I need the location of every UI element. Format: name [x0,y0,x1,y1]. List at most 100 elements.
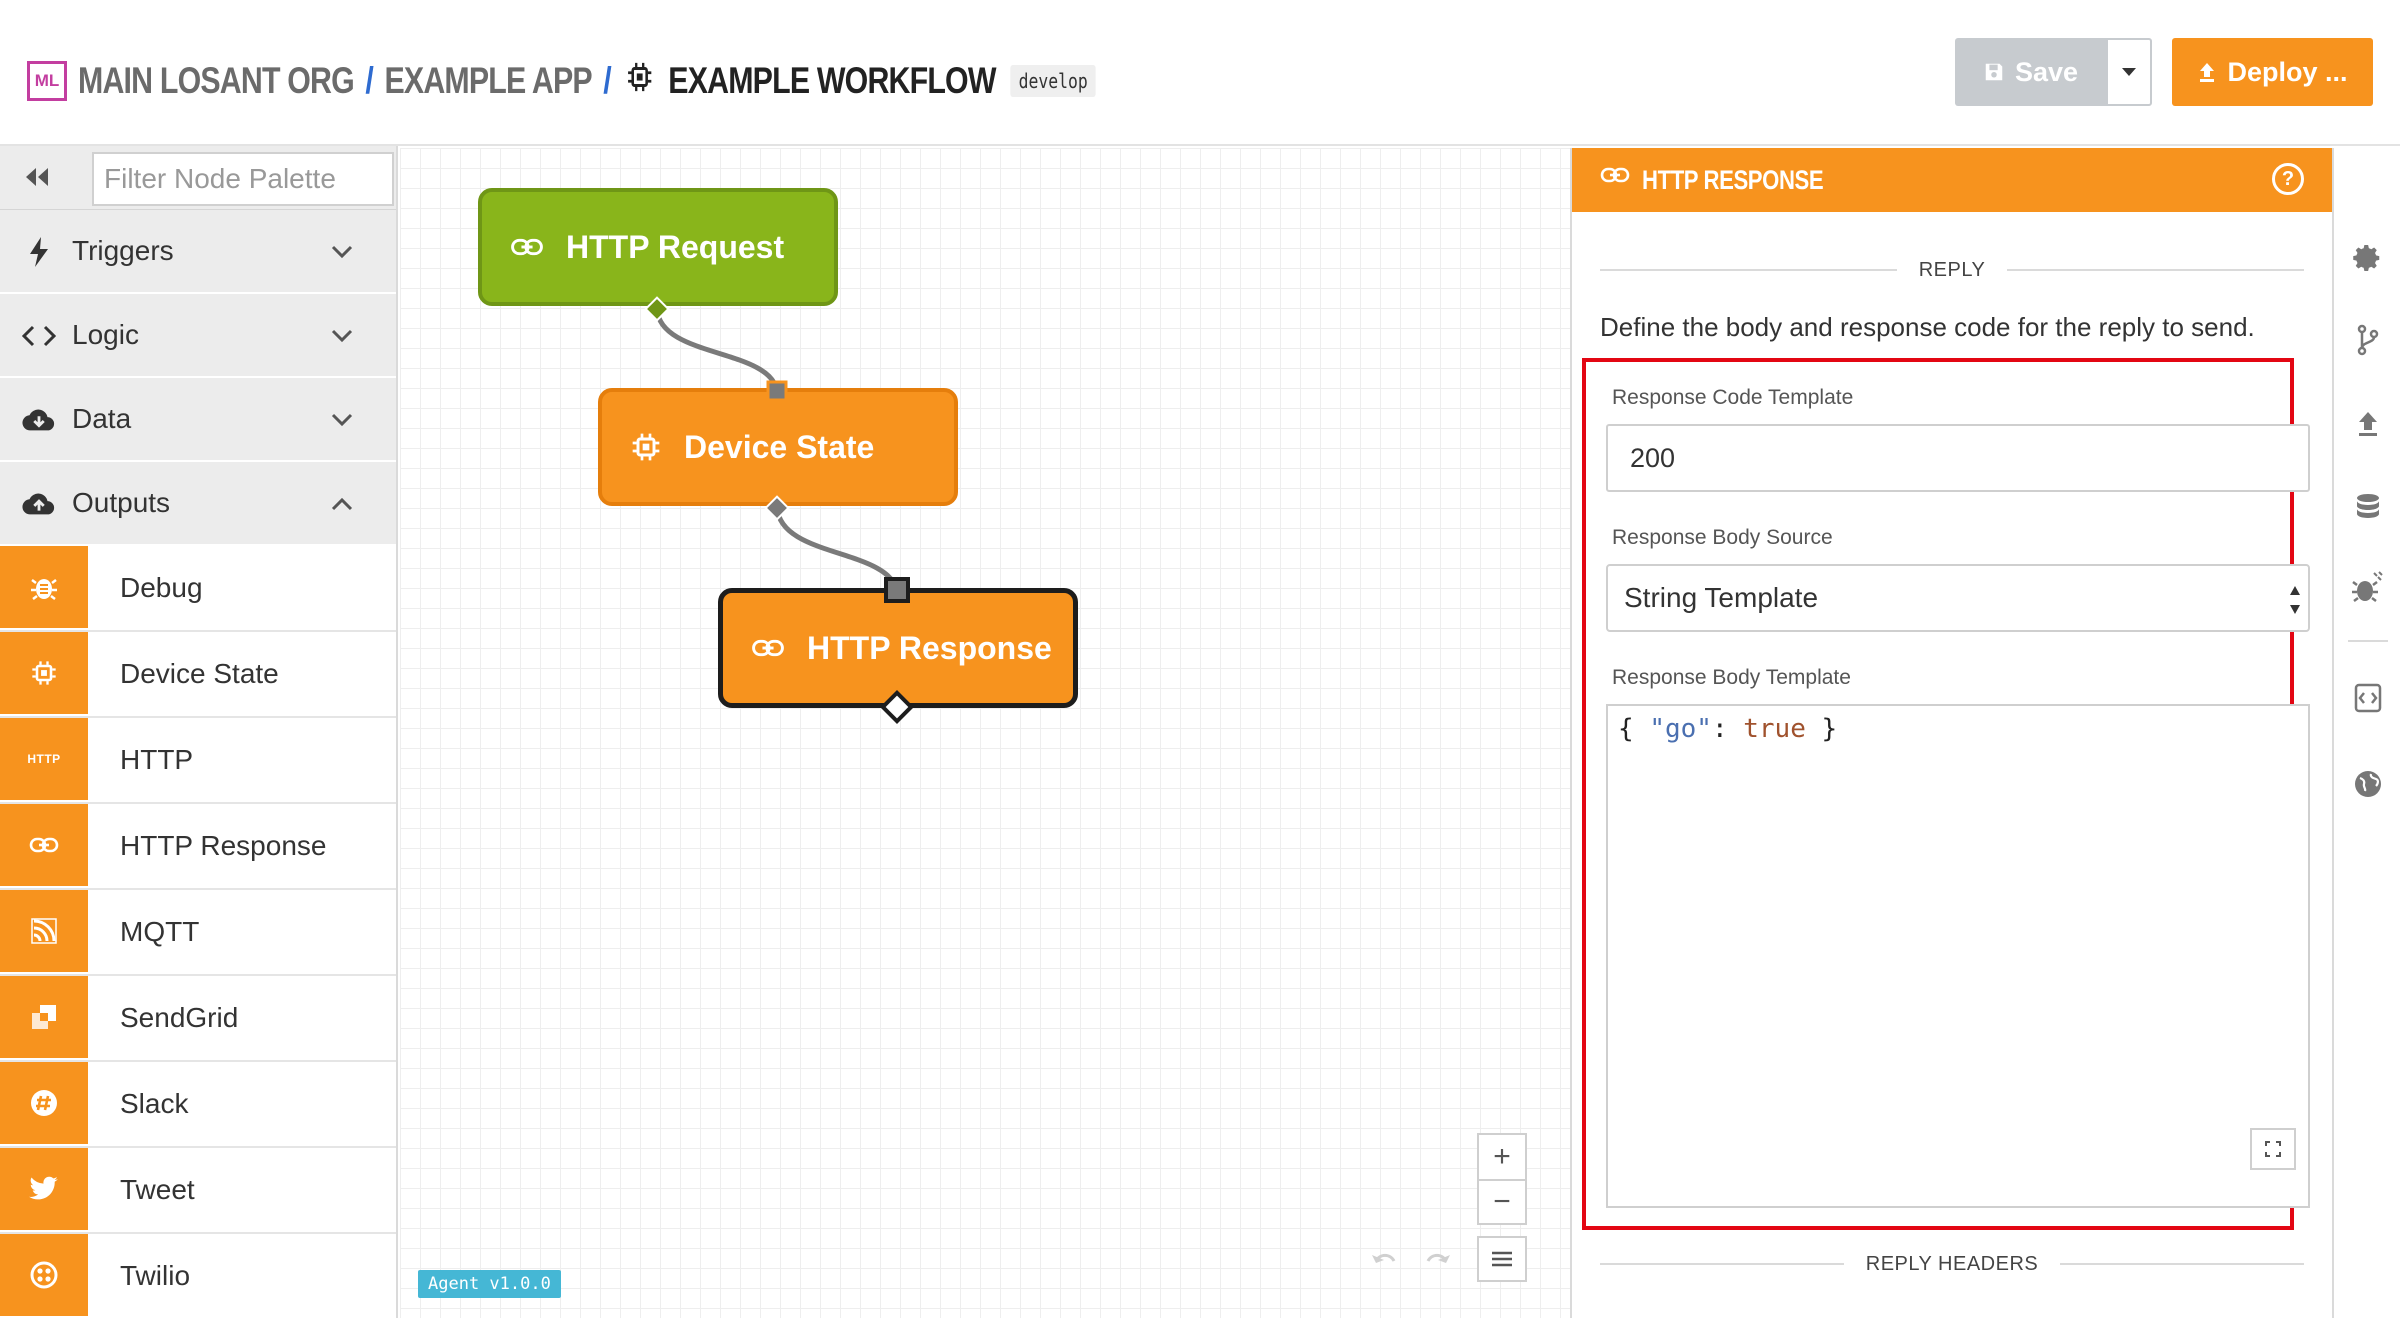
upload-icon [2200,63,2215,82]
debug-bug-icon[interactable] [2352,571,2384,604]
chip-icon [0,632,88,716]
expand-editor-button[interactable] [2250,1128,2296,1170]
response-code-input[interactable] [1606,424,2310,492]
link-icon [0,804,88,888]
chevron-down-icon [331,329,353,343]
node-properties-panel: HTTP RESPONSE ? REPLY Define the body an… [1570,148,2332,1318]
http-icon: HTTP [0,718,88,802]
breadcrumb-org[interactable]: MAIN LOSANT ORG [78,60,355,102]
fullscreen-icon [2265,1141,2281,1157]
response-body-source-select[interactable]: String Template [1606,564,2310,632]
palette-node-sendgrid[interactable]: SendGrid [0,976,396,1062]
output-port[interactable] [643,295,671,323]
globe-icon[interactable] [2352,768,2384,800]
link-icon [752,639,784,657]
response-code-label: Response Code Template [1612,386,1854,409]
response-body-template-label: Response Body Template [1612,666,1851,689]
branch-badge[interactable]: develop [1010,65,1096,97]
palette-node-http-response[interactable]: HTTP Response [0,804,396,890]
branch-icon[interactable] [2352,324,2384,356]
hamburger-icon [1492,1251,1512,1267]
category-data[interactable]: Data [0,378,396,462]
twitter-icon [0,1148,88,1232]
highlighted-reply-fields: Response Code Template Response Body Sou… [1582,358,2310,1230]
bolt-icon [22,237,56,267]
node-label: HTTP Request [566,228,785,265]
palette-node-label: HTTP Response [88,804,396,888]
section-divider-reply: REPLY [1600,255,2305,285]
breadcrumb-separator: / [365,60,374,101]
chevron-up-icon [331,497,353,511]
palette-node-debug[interactable]: Debug [0,546,396,632]
history-controls [1370,1238,1460,1278]
palette-node-label: Twilio [88,1234,396,1318]
link-icon [1600,167,1630,183]
palette-node-device-state[interactable]: Device State [0,632,396,718]
palette-node-mqtt[interactable]: MQTT [0,890,396,976]
response-body-source-label: Response Body Source [1612,526,1833,549]
section-title: REPLY [1918,258,1986,281]
section-divider-reply-headers: REPLY HEADERS [1600,1249,2304,1279]
palette-node-twilio[interactable]: Twilio [0,1234,396,1318]
zoom-in-button[interactable]: + [1479,1135,1525,1179]
cloud-upload-icon [22,490,56,518]
workflow-canvas[interactable]: HTTP Request Device State HTTP Response … [400,148,1570,1318]
rail-divider [2348,640,2388,642]
deploy-label: Deploy ... [2227,56,2348,87]
breadcrumb-app[interactable]: EXAMPLE APP [384,60,592,102]
workflow-node-device-state[interactable]: Device State [598,388,958,506]
node-connections [654,308,900,592]
twilio-icon [0,1234,88,1318]
category-outputs[interactable]: Outputs [0,462,396,546]
section-title: REPLY HEADERS [1865,1252,2039,1275]
deploy-button[interactable]: Deploy ... [2172,38,2373,106]
workflow-node-http-request[interactable]: HTTP Request [478,188,838,306]
database-icon[interactable] [2352,492,2384,524]
palette-node-slack[interactable]: Slack [0,1062,396,1148]
upload-icon[interactable] [2352,408,2384,440]
undo-icon[interactable] [1370,1247,1400,1269]
palette-node-http[interactable]: HTTP HTTP [0,718,396,804]
zoom-controls: + − [1477,1133,1527,1225]
save-icon [1985,63,2003,81]
node-palette: Triggers Logic Data Outputs Debug Device… [0,146,398,1318]
response-body-template-editor[interactable]: { "go": true } [1606,704,2310,1208]
zoom-out-button[interactable]: − [1479,1179,1525,1223]
chip-icon [632,433,660,461]
palette-filter-row [0,146,396,210]
filter-node-palette-input[interactable] [92,152,394,206]
input-port[interactable] [765,379,789,403]
double-chevron-left-icon [26,168,48,186]
cloud-download-icon [22,406,56,434]
panel-tab-rail [2332,148,2400,1318]
palette-node-label: Slack [88,1062,396,1146]
palette-node-tweet[interactable]: Tweet [0,1148,396,1234]
breadcrumb: MAIN LOSANT ORG / EXAMPLE APP / EXAMPLE … [78,56,1096,106]
palette-node-label: Debug [88,546,396,630]
caret-down-icon [2122,68,2136,76]
palette-node-label: Tweet [88,1148,396,1232]
save-options-dropdown[interactable] [2106,38,2152,106]
save-button[interactable]: Save [1955,38,2106,106]
app-header: ML MAIN LOSANT ORG / EXAMPLE APP / EXAMP… [0,0,2400,146]
category-label: Outputs [72,487,171,518]
code-expand-icon[interactable] [2352,682,2384,714]
gear-icon[interactable] [2352,242,2384,274]
help-icon[interactable]: ? [2272,163,2304,195]
breadcrumb-separator: / [603,60,611,101]
node-label: Device State [684,428,875,465]
collapse-palette-button[interactable] [22,164,58,192]
workflow-title: EXAMPLE WORKFLOW [668,60,996,101]
category-logic[interactable]: Logic [0,294,396,378]
redo-icon[interactable] [1422,1247,1452,1269]
input-port[interactable] [883,576,911,604]
slack-icon [0,1062,88,1146]
output-port[interactable] [879,689,915,725]
bug-icon [0,546,88,630]
panel-header: HTTP RESPONSE ? [1572,148,2332,212]
output-port[interactable] [763,494,791,522]
canvas-menu-button[interactable] [1477,1236,1527,1282]
category-label: Logic [72,319,139,350]
losant-logo[interactable]: ML [27,61,67,101]
category-triggers[interactable]: Triggers [0,210,396,294]
